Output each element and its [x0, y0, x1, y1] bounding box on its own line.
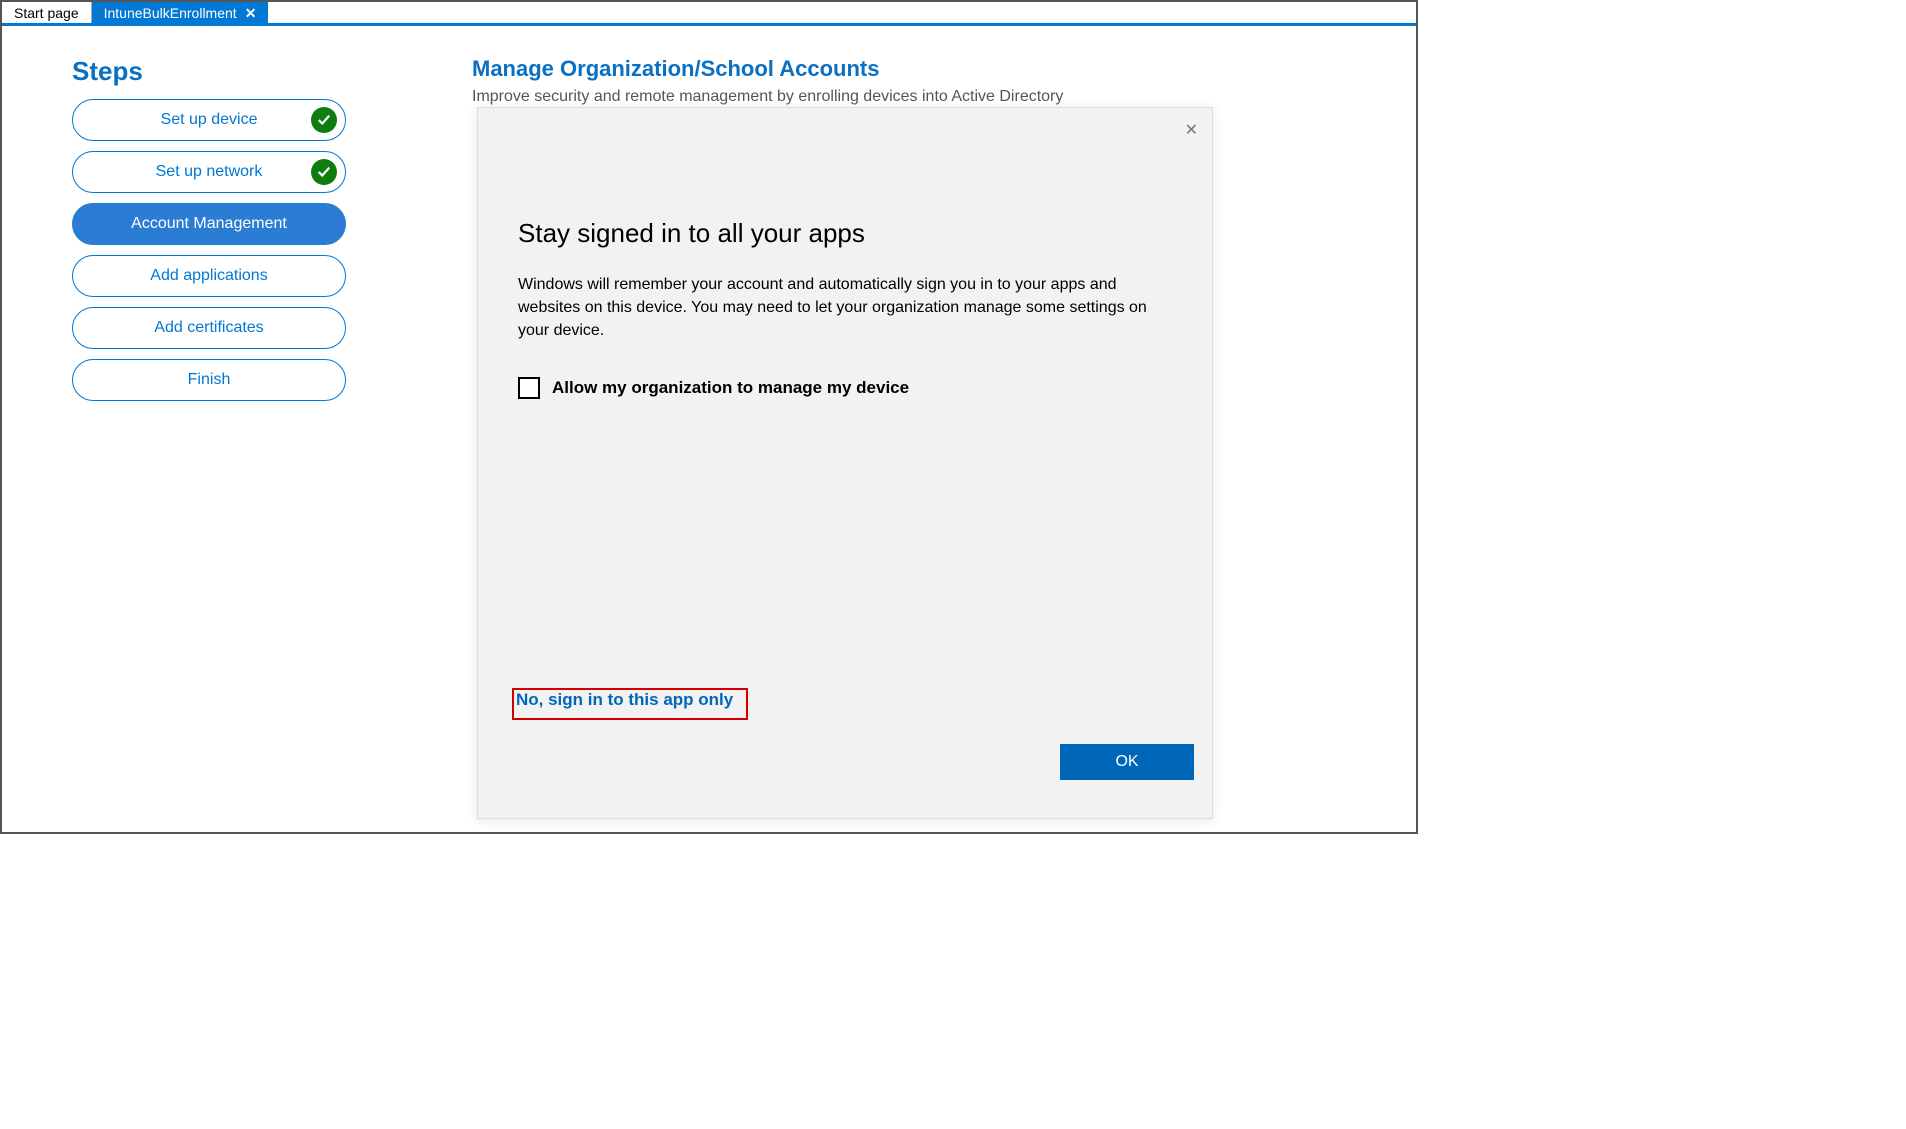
- tab-label: Start page: [14, 2, 79, 24]
- step-label: Set up network: [156, 163, 263, 181]
- step-set-up-network[interactable]: Set up network: [72, 151, 346, 193]
- page-title: Manage Organization/School Accounts: [472, 56, 1416, 82]
- manage-device-checkbox[interactable]: [518, 377, 540, 399]
- dialog-body: Windows will remember your account and a…: [518, 273, 1172, 343]
- step-set-up-device[interactable]: Set up device: [72, 99, 346, 141]
- close-icon[interactable]: ✕: [1185, 120, 1198, 140]
- app-window: Start page IntuneBulkEnrollment ✕ Steps …: [0, 0, 1418, 834]
- step-finish[interactable]: Finish: [72, 359, 346, 401]
- step-label: Add applications: [150, 267, 267, 285]
- steps-sidebar: Steps Set up device Set up network Accou…: [72, 56, 372, 411]
- step-account-management[interactable]: Account Management: [72, 203, 346, 245]
- checkmark-icon: [311, 107, 337, 133]
- tab-start-page[interactable]: Start page: [2, 2, 92, 23]
- checkmark-icon: [311, 159, 337, 185]
- checkbox-label: Allow my organization to manage my devic…: [552, 378, 909, 398]
- step-label: Account Management: [131, 215, 287, 233]
- sign-in-this-app-only-link[interactable]: No, sign in to this app only: [516, 690, 733, 710]
- step-label: Finish: [188, 371, 231, 389]
- manage-device-checkbox-row: Allow my organization to manage my devic…: [518, 377, 1172, 399]
- tab-label: IntuneBulkEnrollment: [104, 2, 237, 24]
- tab-intune-bulk-enrollment[interactable]: IntuneBulkEnrollment ✕: [92, 2, 269, 23]
- step-add-certificates[interactable]: Add certificates: [72, 307, 346, 349]
- step-label: Add certificates: [154, 319, 263, 337]
- page-subtitle: Improve security and remote management b…: [472, 88, 1416, 106]
- step-add-applications[interactable]: Add applications: [72, 255, 346, 297]
- tab-bar: Start page IntuneBulkEnrollment ✕: [2, 2, 1416, 26]
- ok-button[interactable]: OK: [1060, 744, 1194, 780]
- steps-title: Steps: [72, 56, 372, 87]
- dialog-title: Stay signed in to all your apps: [518, 218, 1172, 249]
- stay-signed-in-dialog: ✕ Stay signed in to all your apps Window…: [477, 107, 1213, 819]
- close-icon[interactable]: ✕: [245, 2, 257, 24]
- step-label: Set up device: [161, 111, 258, 129]
